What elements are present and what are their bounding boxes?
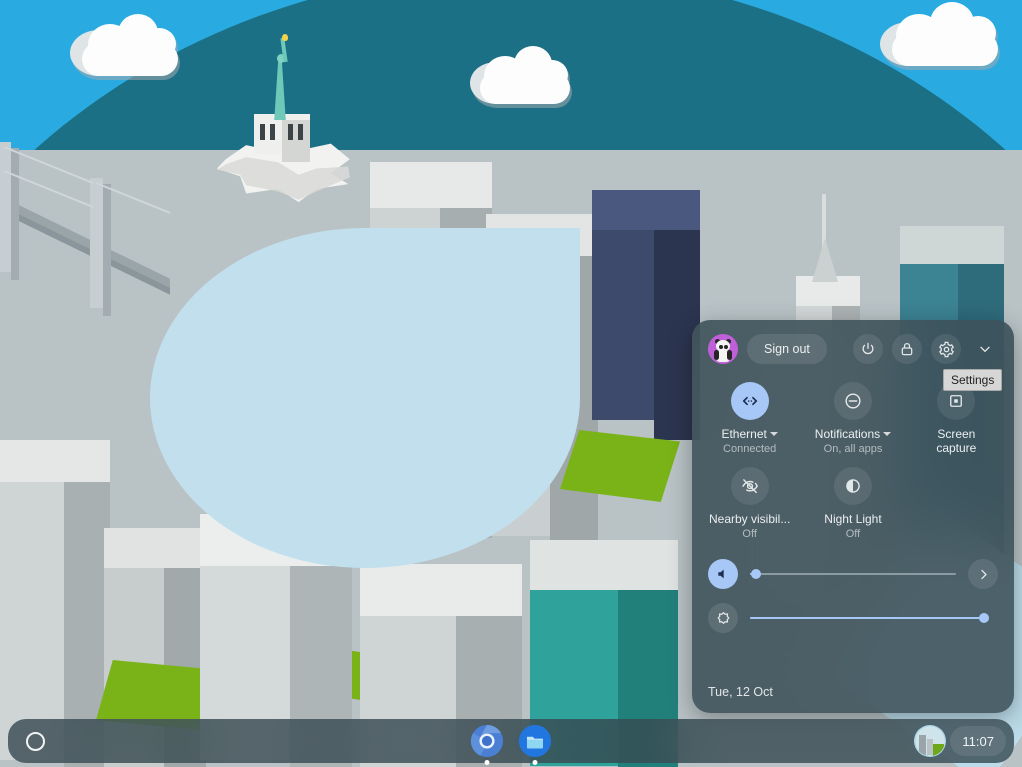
- wallpaper-leaf-shape: [150, 228, 580, 568]
- shelf-item-chromium[interactable]: [470, 724, 504, 765]
- collapse-button[interactable]: [970, 334, 1000, 364]
- shelf: 11:07: [8, 719, 1014, 765]
- tile-night-light-status: Off: [845, 528, 861, 540]
- volume-slider-thumb[interactable]: [751, 569, 762, 579]
- volume-slider-track[interactable]: [750, 565, 956, 583]
- volume-mute-button[interactable]: [708, 559, 738, 589]
- tile-night-light-label: Night Light: [824, 512, 882, 526]
- tile-ethernet-label-row: Ethernet: [721, 427, 778, 441]
- app-running-indicator: [532, 760, 538, 765]
- cloud-icon-1: [70, 8, 190, 80]
- brightness-icon: [717, 611, 729, 624]
- quick-settings-date[interactable]: Tue, 12 Oct: [708, 685, 773, 699]
- tile-nearby-visibility-status: Off: [742, 528, 757, 540]
- shelf-item-files[interactable]: [518, 724, 552, 765]
- power-button[interactable]: [853, 334, 883, 364]
- lock-button[interactable]: [892, 334, 922, 364]
- cloud-icon-3: [880, 0, 1010, 70]
- chevron-down-icon: [980, 346, 990, 353]
- chevron-down-icon[interactable]: [883, 432, 892, 436]
- feature-tiles-grid: Ethernet Connected Notifications On, all…: [692, 378, 1014, 540]
- tile-ethernet[interactable]: Ethernet Connected: [698, 382, 801, 455]
- tile-night-light-icon-bg: [833, 467, 872, 505]
- brightness-track-fill: [750, 617, 984, 619]
- tile-ethernet-icon-bg: [730, 382, 769, 420]
- tile-ethernet-label: Ethernet: [721, 427, 767, 441]
- cloud-icon-2: [470, 42, 580, 108]
- tile-notifications[interactable]: Notifications On, all apps: [801, 382, 904, 455]
- shelf-app-list: [8, 724, 1014, 765]
- screen-capture-icon: [950, 395, 963, 407]
- do-not-disturb-icon: [845, 393, 861, 409]
- tile-screen-capture-label: Screen capture: [936, 427, 977, 455]
- volume-slider-row: [692, 552, 1014, 596]
- volume-icon: [718, 569, 724, 579]
- settings-button[interactable]: [931, 334, 961, 364]
- gear-icon: [938, 341, 954, 357]
- brightness-slider-row: [692, 596, 1014, 640]
- brightness-slider-thumb[interactable]: [979, 613, 989, 623]
- chromium-icon: [470, 724, 504, 758]
- lock-icon: [901, 342, 913, 356]
- tile-screen-capture[interactable]: Screen capture: [905, 382, 1008, 455]
- chevron-down-icon[interactable]: [769, 432, 778, 436]
- volume-track-bg: [750, 573, 956, 575]
- sign-out-button[interactable]: Sign out: [747, 334, 827, 364]
- brightness-slider-track[interactable]: [750, 609, 989, 627]
- launcher-button[interactable]: [19, 725, 51, 757]
- power-icon: [862, 342, 874, 355]
- tile-nearby-visibility-icon-bg: [730, 467, 769, 505]
- avatar[interactable]: [708, 334, 738, 364]
- shelf-clock[interactable]: 11:07: [950, 726, 1006, 756]
- shelf-status-area: 11:07: [914, 725, 1008, 757]
- settings-tooltip: Settings: [943, 369, 1003, 391]
- app-running-indicator: [484, 760, 490, 765]
- moon-icon: [846, 479, 860, 493]
- ethernet-icon: [742, 396, 757, 406]
- tile-nearby-visibility[interactable]: Nearby visibil... Off: [698, 467, 801, 540]
- brightness-button[interactable]: [708, 603, 738, 633]
- wallpaper-preview-button[interactable]: [914, 725, 947, 757]
- tile-notifications-label: Notifications: [814, 427, 881, 441]
- tile-ethernet-status: Connected: [723, 443, 777, 455]
- chromeos-desktop: Sign out Ethernet Connected Notification…: [0, 0, 1022, 767]
- launcher-icon: [25, 731, 45, 751]
- statue-of-liberty-illustration: [196, 28, 376, 208]
- tile-notifications-icon-bg: [833, 382, 872, 420]
- audio-settings-button[interactable]: [968, 559, 998, 589]
- tile-nearby-visibility-label: Nearby visibil...: [708, 512, 791, 526]
- tile-notifications-label-row: Notifications: [814, 427, 892, 441]
- tile-night-light[interactable]: Night Light Off: [801, 467, 904, 540]
- eye-off-icon: [741, 479, 758, 494]
- tile-notifications-status: On, all apps: [823, 443, 883, 455]
- files-icon: [518, 724, 552, 758]
- chevron-right-icon: [980, 569, 987, 579]
